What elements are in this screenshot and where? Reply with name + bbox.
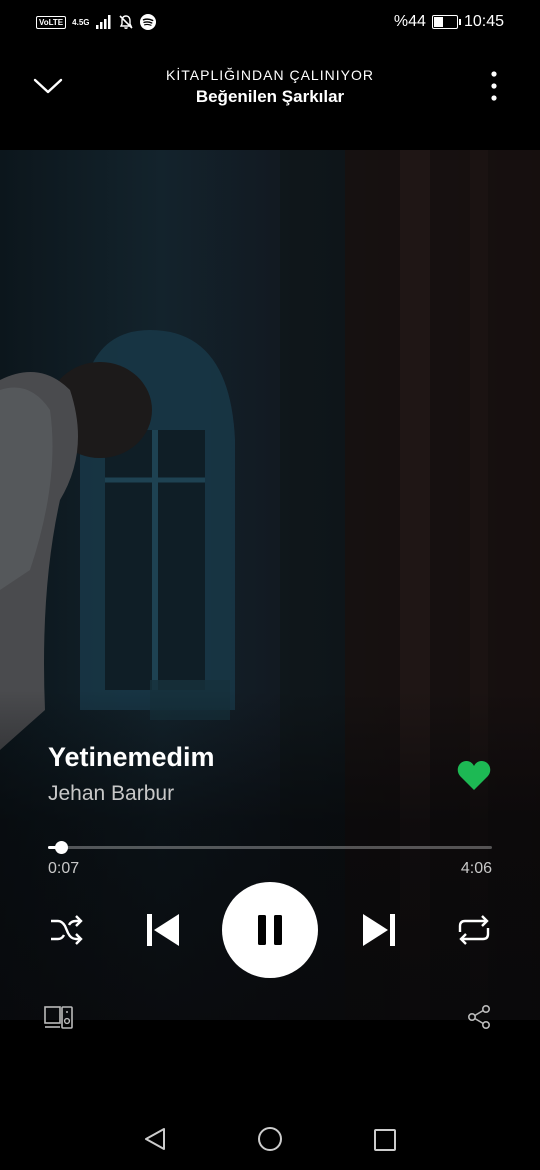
play-pause-button[interactable] xyxy=(222,882,318,978)
volte-icon: VoLTE xyxy=(36,15,67,29)
status-bar: VoLTE 4.5G %44 10:45 xyxy=(0,0,540,44)
share-icon[interactable] xyxy=(466,1004,492,1030)
devices-icon[interactable] xyxy=(44,1004,74,1030)
notifications-off-icon xyxy=(118,15,133,29)
recent-apps-icon[interactable] xyxy=(373,1128,397,1152)
battery-level xyxy=(433,17,443,27)
skip-previous-icon[interactable] xyxy=(144,910,182,950)
player-header: KİTAPLIĞINDAN ÇALINIYOR Beğenilen Şarkıl… xyxy=(0,44,540,150)
signal-icon xyxy=(95,15,110,29)
back-icon[interactable] xyxy=(142,1126,168,1152)
track-artist[interactable]: Jehan Barbur xyxy=(48,782,174,806)
more-vertical-icon[interactable] xyxy=(484,70,504,102)
battery-icon xyxy=(431,15,461,29)
status-left: VoLTE 4.5G xyxy=(36,14,156,30)
repeat-icon[interactable] xyxy=(454,912,494,948)
track-title[interactable]: Yetinemedim xyxy=(48,742,215,773)
heart-icon[interactable] xyxy=(456,758,492,792)
network-type: 4.5G xyxy=(72,17,90,27)
spotify-icon xyxy=(139,14,156,30)
playlist-name[interactable]: Beğenilen Şarkılar xyxy=(0,87,540,107)
elapsed-time: 0:07 xyxy=(48,860,80,877)
home-icon[interactable] xyxy=(257,1126,283,1152)
skip-next-icon[interactable] xyxy=(360,910,398,950)
playing-from-label: KİTAPLIĞINDAN ÇALINIYOR xyxy=(166,67,374,83)
battery-percent: %44 xyxy=(393,13,426,30)
track-duration: 4:06 xyxy=(460,860,492,877)
system-nav-bar xyxy=(0,1104,540,1170)
seek-bar[interactable] xyxy=(48,841,492,854)
status-right: %44 10:45 xyxy=(394,13,504,31)
pause-icon xyxy=(258,915,282,945)
shuffle-icon[interactable] xyxy=(48,912,84,948)
clock: 10:45 xyxy=(463,13,504,30)
